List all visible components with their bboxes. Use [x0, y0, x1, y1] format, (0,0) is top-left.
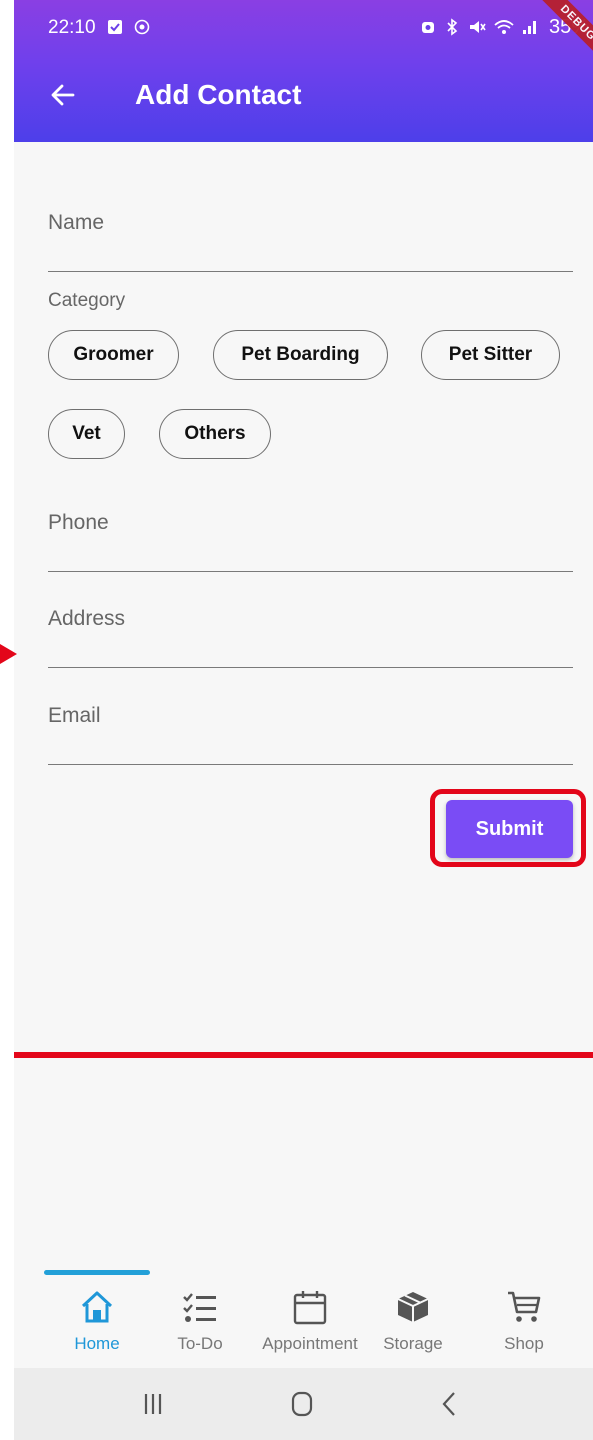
chip-pet-sitter[interactable]: Pet Sitter — [421, 330, 560, 380]
email-label: Email — [48, 704, 101, 727]
active-tab-indicator — [44, 1270, 150, 1275]
system-navigation-bar — [14, 1368, 593, 1440]
recent-apps-icon[interactable] — [133, 1386, 173, 1422]
alarm-icon — [422, 22, 434, 33]
nav-label-todo: To-Do — [177, 1334, 223, 1353]
phone-label: Phone — [48, 511, 109, 534]
chip-groomer[interactable]: Groomer — [48, 330, 179, 380]
wifi-icon — [494, 20, 514, 34]
circled-number-icon — [134, 19, 150, 35]
page-title: Add Contact — [135, 79, 302, 110]
status-bar: 22:10 — [14, 0, 593, 50]
cart-icon — [508, 1291, 541, 1322]
mute-icon — [470, 21, 486, 33]
chip-others[interactable]: Others — [159, 409, 271, 459]
home-button-icon[interactable] — [282, 1386, 322, 1422]
email-field[interactable]: Email — [48, 688, 573, 765]
annotation-highlight-box — [430, 789, 586, 867]
annotation-arrow — [0, 644, 17, 664]
category-label: Category — [48, 290, 126, 311]
home-icon — [81, 1291, 113, 1323]
checklist-icon — [183, 1293, 216, 1322]
gallery-notification-icon — [108, 20, 122, 34]
calendar-icon — [293, 1291, 327, 1325]
chip-vet[interactable]: Vet — [48, 409, 125, 459]
nav-item-shop[interactable]: Shop — [469, 1278, 579, 1358]
nav-item-home[interactable]: Home — [42, 1278, 152, 1358]
address-label: Address — [48, 607, 126, 630]
annotation-divider-line — [14, 1052, 593, 1058]
bluetooth-icon — [447, 18, 458, 36]
nav-label-home: Home — [74, 1334, 120, 1353]
nav-item-appointment[interactable]: Appointment — [255, 1278, 365, 1358]
nav-label-shop: Shop — [504, 1334, 544, 1353]
nav-item-storage[interactable]: Storage — [358, 1278, 468, 1358]
box-icon — [397, 1292, 429, 1322]
nav-label-storage: Storage — [383, 1334, 443, 1353]
signal-icon — [523, 21, 536, 34]
name-label: Name — [48, 211, 105, 234]
nav-item-todo[interactable]: To-Do — [145, 1278, 255, 1358]
nav-label-appointment: Appointment — [262, 1334, 358, 1353]
back-button-icon[interactable] — [430, 1386, 470, 1422]
address-field[interactable]: Address — [48, 591, 573, 668]
arrow-left-icon[interactable] — [48, 80, 78, 110]
phone-screen: 22:10 DEBUG Add Contact Name Category Gr… — [14, 0, 593, 1440]
phone-field[interactable]: Phone — [48, 495, 573, 572]
bottom-navigation: Home To-Do Appointment Storage Shop — [14, 1268, 593, 1368]
status-time: 22:10 — [48, 17, 96, 38]
chip-pet-boarding[interactable]: Pet Boarding — [213, 330, 388, 380]
name-field[interactable]: Name — [48, 195, 573, 272]
